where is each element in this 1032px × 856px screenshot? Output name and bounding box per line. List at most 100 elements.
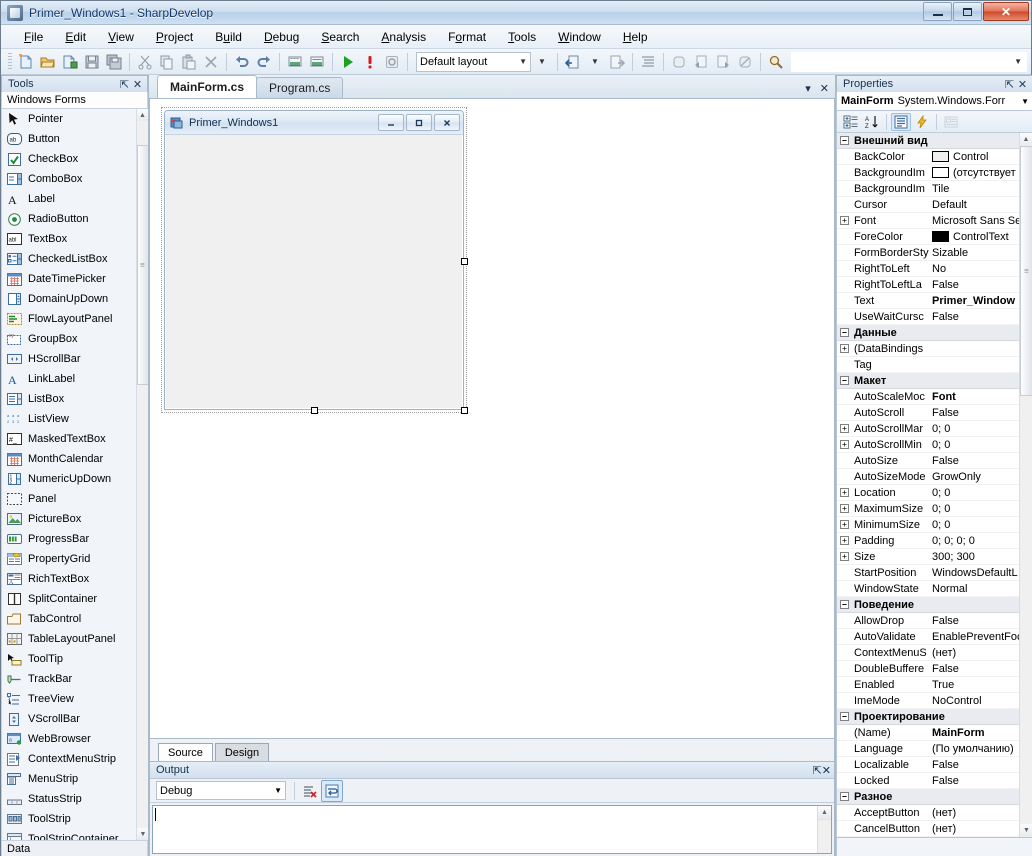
tool-item-propertygrid[interactable]: PropertyGrid [2,549,148,569]
tool-item-flowlayoutpanel[interactable]: FlowLayoutPanel [2,309,148,329]
collapse-icon[interactable]: − [837,597,852,613]
tool-item-tablelayoutpanel[interactable]: TableLayoutPanel [2,629,148,649]
tab-source[interactable]: Source [158,743,213,761]
comment-icon[interactable] [284,51,306,73]
delete-icon[interactable] [200,51,222,73]
tool-item-tooltip[interactable]: ToolTip [2,649,148,669]
properties-object-selector[interactable]: MainForm System.Windows.Forr ▼ [836,92,1032,111]
tool-item-groupbox[interactable]: xy GroupBox [2,329,148,349]
expand-icon[interactable]: + [837,501,852,517]
property-row[interactable]: AllowDrop False [837,613,1032,629]
expand-icon[interactable]: + [837,437,852,453]
collapse-icon[interactable]: − [837,325,852,341]
build-icon[interactable] [381,51,403,73]
output-text-area[interactable]: ▲ [152,805,832,854]
designed-form[interactable]: Primer_Windows1 [164,110,464,410]
layout-combo[interactable]: Default layout ▼ [416,51,531,72]
uncomment-icon[interactable] [306,51,328,73]
tool-item-statusstrip[interactable]: StatusStrip [2,789,148,809]
tool-item-webbrowser[interactable]: a WebBrowser [2,729,148,749]
pin-icon[interactable]: ⇱ [813,764,822,777]
property-category-row[interactable]: − Макет [837,373,1032,389]
property-value[interactable]: False [930,407,1032,419]
tool-item-toolstripcontainer[interactable]: ToolStripContainer [2,829,148,840]
tool-item-splitcontainer[interactable]: SplitContainer [2,589,148,609]
property-row[interactable]: ForeColor ControlText [837,229,1032,245]
property-value[interactable]: Tile [930,183,1032,195]
property-value[interactable]: EnablePreventFoc [930,631,1032,643]
next-bookmark-icon[interactable] [712,51,734,73]
property-category-row[interactable]: − Проектирование [837,709,1032,725]
scroll-thumb[interactable] [137,145,148,385]
property-value[interactable]: 300; 300 [930,551,1032,563]
property-value[interactable]: True [930,679,1032,691]
tool-item-combobox[interactable]: ComboBox [2,169,148,189]
property-value[interactable]: 0; 0 [930,503,1032,515]
tools-category-data[interactable]: Data [1,840,148,856]
property-value[interactable]: 0; 0 [930,487,1032,499]
property-row[interactable]: AutoSize False [837,453,1032,469]
new-file-icon[interactable] [15,51,37,73]
property-row[interactable]: + Padding 0; 0; 0; 0 [837,533,1032,549]
tool-item-button[interactable]: ab Button [2,129,148,149]
property-row[interactable]: RightToLeft No [837,261,1032,277]
scroll-down-arrow[interactable]: ▼ [1020,824,1032,837]
property-value[interactable]: MainForm [930,727,1032,739]
tool-item-tabcontrol[interactable]: TabControl [2,609,148,629]
properties-scrollbar[interactable]: ▲ ▼ [1019,133,1032,837]
property-row[interactable]: ContextMenuS (нет) [837,645,1032,661]
property-value[interactable]: 0; 0; 0; 0 [930,535,1032,547]
tools-list[interactable]: Pointer ab Button CheckBox ComboBox A Label Rad… [1,109,148,840]
tool-item-panel[interactable]: Panel [2,489,148,509]
tool-item-maskedtextbox[interactable]: #_ MaskedTextBox [2,429,148,449]
designed-form-client-area[interactable] [166,137,462,408]
tool-item-picturebox[interactable]: PictureBox [2,509,148,529]
expand-icon[interactable]: + [837,421,852,437]
properties-grid[interactable]: − Внешний вид BackColor Control BackgroundIm… [836,133,1032,837]
property-row[interactable]: + Location 0; 0 [837,485,1032,501]
tool-item-pointer[interactable]: Pointer [2,109,148,129]
property-row[interactable]: + AutoScrollMar 0; 0 [837,421,1032,437]
chevron-down-icon[interactable]: ▼ [1018,97,1029,106]
property-value[interactable]: Sizable [930,247,1032,259]
tool-item-menustrip[interactable]: MenuStrip [2,769,148,789]
open-project-icon[interactable] [59,51,81,73]
property-value[interactable]: NoControl [930,695,1032,707]
scroll-up-arrow[interactable]: ▲ [137,109,148,121]
toolbar-search-field[interactable]: ▼ [791,51,1027,72]
window-minimize-button[interactable] [923,2,952,21]
expand-icon[interactable]: + [837,213,852,229]
pin-icon[interactable]: ⇱ [1003,78,1016,91]
tool-item-listview[interactable]: a a a 2 3 2 ListView [2,409,148,429]
tools-category-windows-forms[interactable]: Windows Forms [1,92,148,109]
scroll-up-arrow[interactable]: ▲ [818,806,831,820]
expand-icon[interactable]: + [837,549,852,565]
menu-edit[interactable]: Edit [54,27,97,47]
tool-item-monthcalendar[interactable]: MonthCalendar [2,449,148,469]
property-row[interactable]: + MinimumSize 0; 0 [837,517,1032,533]
search-icon[interactable] [765,51,787,73]
property-value[interactable]: GrowOnly [930,471,1032,483]
menu-project[interactable]: Project [145,27,204,47]
property-category-row[interactable]: − Внешний вид [837,133,1032,149]
property-row[interactable]: + Font Microsoft Sans Se [837,213,1032,229]
property-row[interactable]: Locked False [837,773,1032,789]
paste-icon[interactable] [178,51,200,73]
scroll-up-arrow[interactable]: ▲ [1020,133,1032,146]
menu-view[interactable]: View [97,27,145,47]
form-minimize-button[interactable] [378,114,404,131]
property-value[interactable]: ControlText [930,231,1032,243]
expand-icon[interactable]: + [837,485,852,501]
scroll-thumb[interactable] [1020,146,1032,396]
tool-item-treeview[interactable]: TreeView [2,689,148,709]
tool-item-listbox[interactable]: ListBox [2,389,148,409]
tool-item-datetimepicker[interactable]: DateTimePicker [2,269,148,289]
property-category-row[interactable]: − Данные [837,325,1032,341]
property-row[interactable]: BackColor Control [837,149,1032,165]
property-row[interactable]: AutoScaleMoc Font [837,389,1032,405]
menu-file[interactable]: File [13,27,54,47]
property-row[interactable]: + MaximumSize 0; 0 [837,501,1032,517]
toolbar-grip[interactable] [8,52,12,71]
property-row[interactable]: ImeMode NoControl [837,693,1032,709]
cut-icon[interactable] [134,51,156,73]
